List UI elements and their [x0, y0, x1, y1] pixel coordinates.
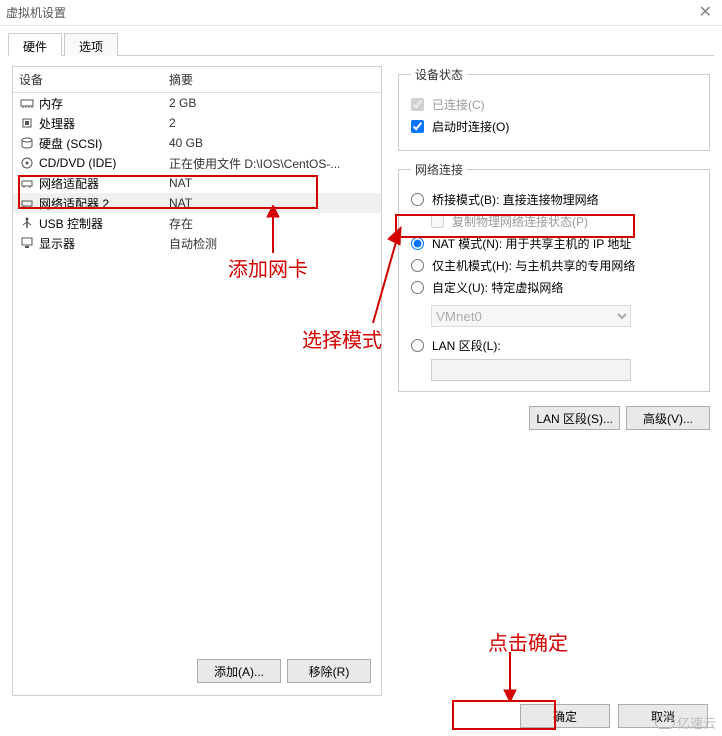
nat-label: NAT 模式(N): 用于共享主机的 IP 地址 — [432, 235, 631, 252]
bridged-label: 桥接模式(B): 直接连接物理网络 — [432, 191, 599, 208]
cloud-icon — [655, 716, 675, 729]
hostonly-radio[interactable] — [411, 259, 424, 272]
hardware-row[interactable]: 硬盘 (SCSI)40 GB — [13, 133, 381, 153]
vmnet-select: VMnet0 — [431, 305, 631, 327]
settings-panel: 设备状态 已连接(C) 启动时连接(O) 网络连接 桥接模式(B): 直接连接物… — [398, 66, 716, 696]
net-icon — [19, 175, 35, 191]
device-summary: NAT — [169, 176, 381, 190]
header-device: 设备 — [19, 71, 169, 88]
header-summary: 摘要 — [169, 71, 381, 88]
hardware-row[interactable]: 内存2 GB — [13, 93, 381, 113]
bridged-radio[interactable] — [411, 193, 424, 206]
device-summary: 2 GB — [169, 96, 381, 110]
connect-at-poweron-checkbox[interactable] — [411, 120, 424, 133]
hardware-row[interactable]: USB 控制器存在 — [13, 213, 381, 233]
device-state-legend: 设备状态 — [411, 66, 467, 83]
hardware-row[interactable]: 网络适配器 2NAT — [13, 193, 381, 213]
close-icon[interactable]: ✕ — [699, 0, 712, 26]
device-summary: 40 GB — [169, 136, 381, 150]
hardware-row[interactable]: 处理器2 — [13, 113, 381, 133]
custom-radio[interactable] — [411, 281, 424, 294]
device-name: 硬盘 (SCSI) — [39, 135, 169, 152]
connect-at-poweron-label: 启动时连接(O) — [432, 118, 509, 135]
add-button[interactable]: 添加(A)... — [197, 659, 281, 683]
lan-segment-label: LAN 区段(L): — [432, 337, 501, 354]
lan-segment-radio[interactable] — [411, 339, 424, 352]
nat-radio[interactable] — [411, 237, 424, 250]
hardware-list-panel: 设备 摘要 内存2 GB处理器2硬盘 (SCSI)40 GBCD/DVD (ID… — [12, 66, 382, 696]
hardware-list[interactable]: 内存2 GB处理器2硬盘 (SCSI)40 GBCD/DVD (IDE)正在使用… — [13, 93, 381, 651]
cpu-icon — [19, 115, 35, 131]
connected-checkbox — [411, 98, 424, 111]
content-area: 设备 摘要 内存2 GB处理器2硬盘 (SCSI)40 GBCD/DVD (ID… — [0, 56, 722, 696]
custom-label: 自定义(U): 特定虚拟网络 — [432, 279, 563, 296]
title-bar: 虚拟机设置 ✕ — [0, 0, 722, 26]
device-summary: NAT — [169, 196, 381, 210]
network-connection-group: 网络连接 桥接模式(B): 直接连接物理网络 复制物理网络连接状态(P) NAT… — [398, 161, 710, 392]
memory-icon — [19, 95, 35, 111]
hardware-row[interactable]: CD/DVD (IDE)正在使用文件 D:\IOS\CentOS-... — [13, 153, 381, 173]
replicate-label: 复制物理网络连接状态(P) — [452, 213, 588, 230]
right-button-row: LAN 区段(S)... 高级(V)... — [398, 406, 710, 430]
device-name: 处理器 — [39, 115, 169, 132]
device-name: USB 控制器 — [39, 215, 169, 232]
net-icon — [19, 195, 35, 211]
list-header: 设备 摘要 — [13, 67, 381, 93]
device-summary: 存在 — [169, 215, 381, 232]
hardware-row[interactable]: 网络适配器NAT — [13, 173, 381, 193]
tab-row: 硬件 选项 — [8, 32, 714, 56]
lan-segment-select — [431, 359, 631, 381]
device-name: 显示器 — [39, 235, 169, 252]
device-name: 内存 — [39, 95, 169, 112]
network-connection-legend: 网络连接 — [411, 161, 467, 178]
device-summary: 2 — [169, 116, 381, 130]
tab-options[interactable]: 选项 — [64, 33, 118, 56]
replicate-checkbox — [431, 215, 444, 228]
left-button-row: 添加(A)... 移除(R) — [13, 651, 381, 695]
device-name: 网络适配器 — [39, 175, 169, 192]
device-name: 网络适配器 2 — [39, 195, 169, 212]
remove-button[interactable]: 移除(R) — [287, 659, 371, 683]
usb-icon — [19, 215, 35, 231]
tab-hardware[interactable]: 硬件 — [8, 33, 62, 56]
advanced-button[interactable]: 高级(V)... — [626, 406, 710, 430]
window-title: 虚拟机设置 — [6, 6, 66, 20]
hostonly-label: 仅主机模式(H): 与主机共享的专用网络 — [432, 257, 635, 274]
device-state-group: 设备状态 已连接(C) 启动时连接(O) — [398, 66, 710, 151]
lan-segments-button[interactable]: LAN 区段(S)... — [529, 406, 620, 430]
connected-label: 已连接(C) — [432, 96, 485, 113]
device-name: CD/DVD (IDE) — [39, 156, 169, 170]
hardware-row[interactable]: 显示器自动检测 — [13, 233, 381, 253]
ok-button[interactable]: 确定 — [520, 704, 610, 728]
device-summary: 正在使用文件 D:\IOS\CentOS-... — [169, 155, 381, 172]
device-summary: 自动检测 — [169, 235, 381, 252]
display-icon — [19, 235, 35, 251]
watermark: 亿速云 — [655, 713, 716, 732]
disk-icon — [19, 135, 35, 151]
cd-icon — [19, 155, 35, 171]
